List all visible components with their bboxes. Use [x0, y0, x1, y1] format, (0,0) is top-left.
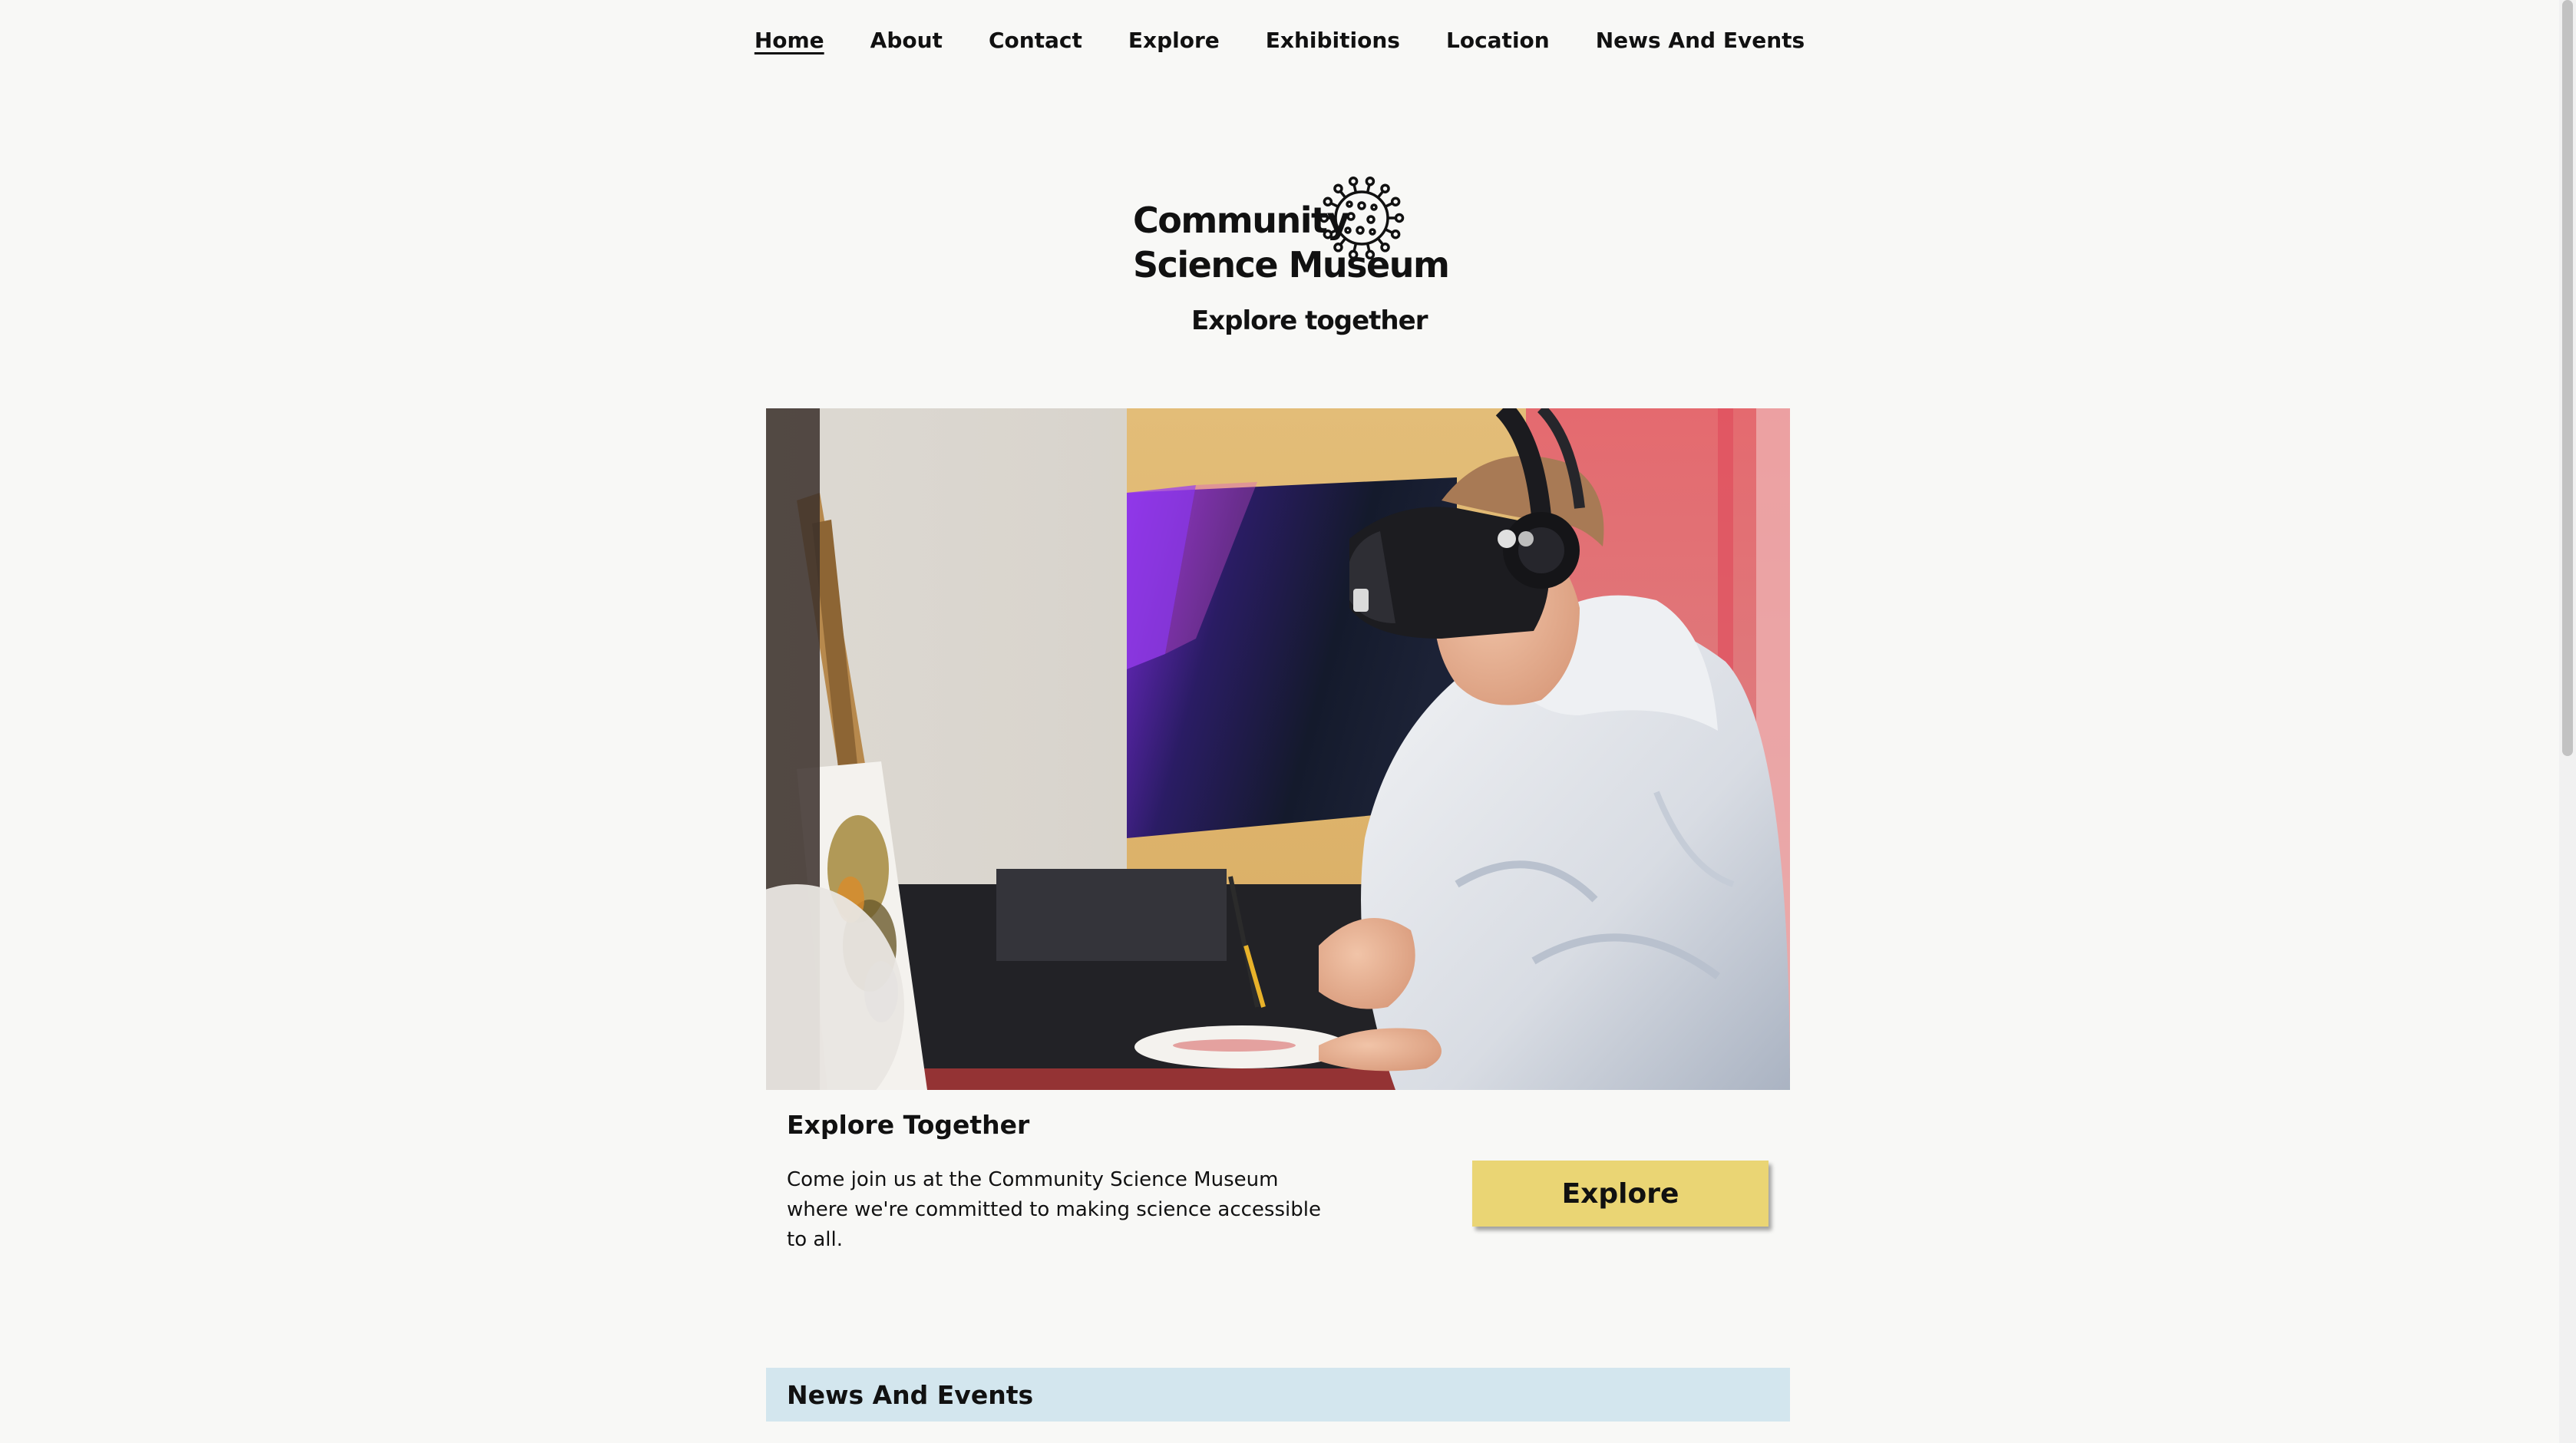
logo-tagline: Explore together — [1191, 305, 1428, 336]
nav-explore-link[interactable]: Explore — [1128, 28, 1220, 53]
nav-about-link[interactable]: About — [870, 28, 943, 53]
hero-image — [766, 408, 1790, 1090]
explore-button[interactable]: Explore — [1472, 1161, 1769, 1227]
site-logo[interactable]: Community Science Museum Explore togethe… — [1128, 169, 1451, 353]
explore-together-heading: Explore Together — [787, 1110, 1030, 1140]
logo-title-line1: Community — [1133, 200, 1349, 241]
vr-headset-painting-photo — [766, 408, 1790, 1090]
explore-together-description: Come join us at the Community Science Mu… — [787, 1168, 1321, 1251]
virus-molecule-icon — [1319, 176, 1405, 260]
main-nav: Home About Contact Explore Exhibitions L… — [0, 0, 2559, 80]
page-scrollbar[interactable] — [2559, 0, 2576, 1443]
nav-news-events-link[interactable]: News And Events — [1596, 28, 1805, 53]
scrollbar-thumb[interactable] — [2562, 0, 2573, 756]
nav-location-link[interactable]: Location — [1446, 28, 1550, 53]
nav-exhibitions-link[interactable]: Exhibitions — [1266, 28, 1400, 53]
nav-contact-link[interactable]: Contact — [989, 28, 1082, 53]
nav-home-link[interactable]: Home — [755, 28, 824, 53]
news-events-section-header: News And Events — [766, 1368, 1790, 1422]
news-events-heading: News And Events — [787, 1380, 1034, 1410]
